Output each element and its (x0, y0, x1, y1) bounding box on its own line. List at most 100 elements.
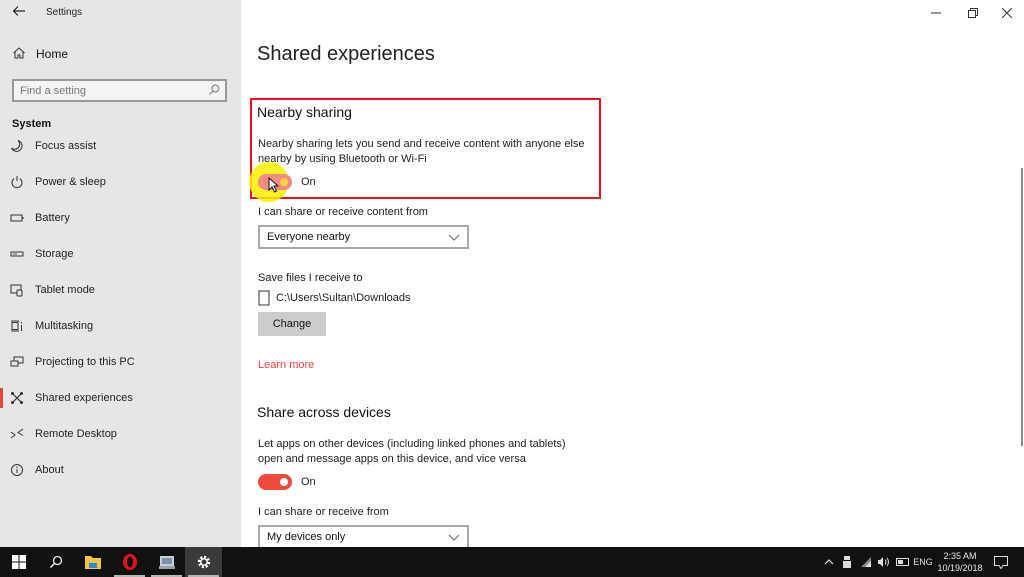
dropdown-value: Everyone nearby (267, 231, 351, 243)
sidebar-item-remote-desktop[interactable]: Remote Desktop (0, 420, 241, 448)
file-explorer-icon (84, 556, 101, 569)
active-indicator (0, 388, 3, 408)
sidebar-item-about[interactable]: About (0, 456, 241, 484)
date: 10/19/2018 (937, 563, 983, 573)
power-icon (11, 176, 23, 189)
volume-button[interactable] (876, 547, 892, 577)
sidebar-item-battery[interactable]: Battery (0, 204, 241, 232)
sidebar-item-power-sleep[interactable]: Power & sleep (0, 168, 241, 196)
nearby-sharing-toggle-label: On (301, 176, 316, 188)
sidebar-item-label: Multitasking (35, 320, 94, 332)
scrollbar[interactable] (1021, 168, 1023, 446)
opera-button[interactable] (111, 547, 148, 577)
search-icon (49, 555, 62, 568)
sidebar-item-label: Storage (35, 248, 74, 260)
main-content: Shared experiences Nearby sharing Nearby… (241, 0, 1024, 549)
restore-icon (968, 8, 978, 18)
multitasking-icon (11, 320, 22, 332)
share-across-devices-toggle-label: On (301, 476, 316, 488)
shared-experiences-icon (11, 392, 23, 404)
time: 2:35 AM (943, 551, 977, 561)
share-across-devices-description: Let apps on other devices (including lin… (258, 437, 566, 467)
sidebar-item-focus-assist[interactable]: Focus assist (0, 132, 241, 160)
wifi-icon (861, 557, 871, 567)
sidebar-item-label: Power & sleep (35, 176, 106, 188)
dropdown-value: My devices only (267, 531, 346, 543)
app-button[interactable] (148, 547, 185, 577)
share-across-devices-toggle[interactable] (258, 474, 292, 490)
chevron-down-icon (448, 534, 460, 541)
show-hidden-icons-button[interactable] (822, 547, 836, 577)
search-box[interactable] (12, 79, 227, 102)
sidebar-item-label: Shared experiences (35, 392, 133, 404)
sidebar-item-multitasking[interactable]: Multitasking (0, 312, 241, 340)
description-line: open and message apps on this device, an… (258, 453, 526, 465)
learn-more-link[interactable]: Learn more (258, 359, 314, 371)
chevron-down-icon (448, 234, 460, 241)
volume-icon (878, 557, 889, 567)
remote-desktop-icon (10, 428, 24, 439)
network-button[interactable] (858, 547, 874, 577)
device-tray-button[interactable] (840, 547, 854, 577)
sidebar-item-label: Battery (35, 212, 70, 224)
share-across-devices-heading: Share across devices (257, 404, 391, 420)
nearby-sharing-heading: Nearby sharing (257, 104, 352, 120)
sidebar-item-projecting[interactable]: Projecting to this PC (0, 348, 241, 376)
app-title: Settings (46, 7, 83, 18)
sidebar-item-label: About (35, 464, 64, 476)
description-line: nearby by using Bluetooth or Wi-Fi (258, 153, 427, 165)
app-icon (158, 556, 175, 569)
nearby-share-from-dropdown[interactable]: Everyone nearby (258, 225, 469, 249)
taskbar-search-button[interactable] (37, 547, 74, 577)
clock[interactable]: 2:35 AM 10/19/2018 (932, 550, 988, 574)
moon-icon (11, 140, 23, 152)
start-icon (11, 555, 26, 569)
sidebar-item-label: Projecting to this PC (35, 356, 135, 368)
share-from-label: I can share or receive from (258, 506, 389, 518)
sidebar-item-label: Focus assist (35, 140, 97, 152)
projecting-icon (10, 356, 24, 367)
close-icon (1002, 8, 1012, 18)
language-indicator[interactable]: ENG (912, 547, 934, 577)
back-arrow-icon (12, 6, 25, 16)
share-from-label: I can share or receive content from (258, 206, 428, 218)
search-icon[interactable] (207, 83, 221, 97)
notification-icon (994, 555, 1008, 569)
opera-icon (122, 554, 137, 570)
description-line: Let apps on other devices (including lin… (258, 438, 566, 450)
minimize-icon (931, 12, 941, 14)
sidebar: Settings Home System Focus assist Power … (0, 0, 241, 547)
mouse-cursor-icon (268, 177, 279, 193)
toggle-knob (280, 178, 288, 186)
tablet-mode-icon (10, 284, 23, 297)
settings-icon (197, 555, 210, 569)
battery-icon (896, 558, 909, 566)
sidebar-item-tablet-mode[interactable]: Tablet mode (0, 276, 241, 304)
sidebar-item-label: Home (36, 47, 69, 61)
battery-tray-button[interactable] (895, 547, 911, 577)
sidebar-item-label: Remote Desktop (35, 428, 117, 440)
home-icon (13, 47, 25, 59)
action-center-button[interactable] (990, 547, 1012, 577)
devices-share-from-dropdown[interactable]: My devices only (258, 525, 469, 549)
change-button[interactable]: Change (258, 312, 326, 336)
sidebar-item-storage[interactable]: Storage (0, 240, 241, 268)
language-label: ENG (913, 557, 933, 567)
file-icon (258, 290, 270, 306)
sidebar-item-shared-experiences[interactable]: Shared experiences (0, 384, 241, 412)
settings-taskbar-button[interactable] (185, 547, 222, 577)
sidebar-item-label: Tablet mode (35, 284, 95, 296)
taskbar: ENG 2:35 AM 10/19/2018 (0, 547, 1024, 577)
save-files-label: Save files I receive to (258, 272, 363, 284)
search-input[interactable] (20, 83, 200, 98)
info-icon (11, 464, 23, 476)
battery-icon (10, 214, 24, 222)
back-button[interactable] (10, 4, 28, 22)
storage-icon (10, 251, 24, 257)
sidebar-item-home[interactable]: Home (0, 44, 241, 66)
title-bar: Settings (0, 0, 241, 28)
start-button[interactable] (0, 547, 37, 577)
toggle-knob (280, 478, 288, 486)
file-explorer-button[interactable] (74, 547, 111, 577)
close-button[interactable] (984, 0, 1024, 26)
